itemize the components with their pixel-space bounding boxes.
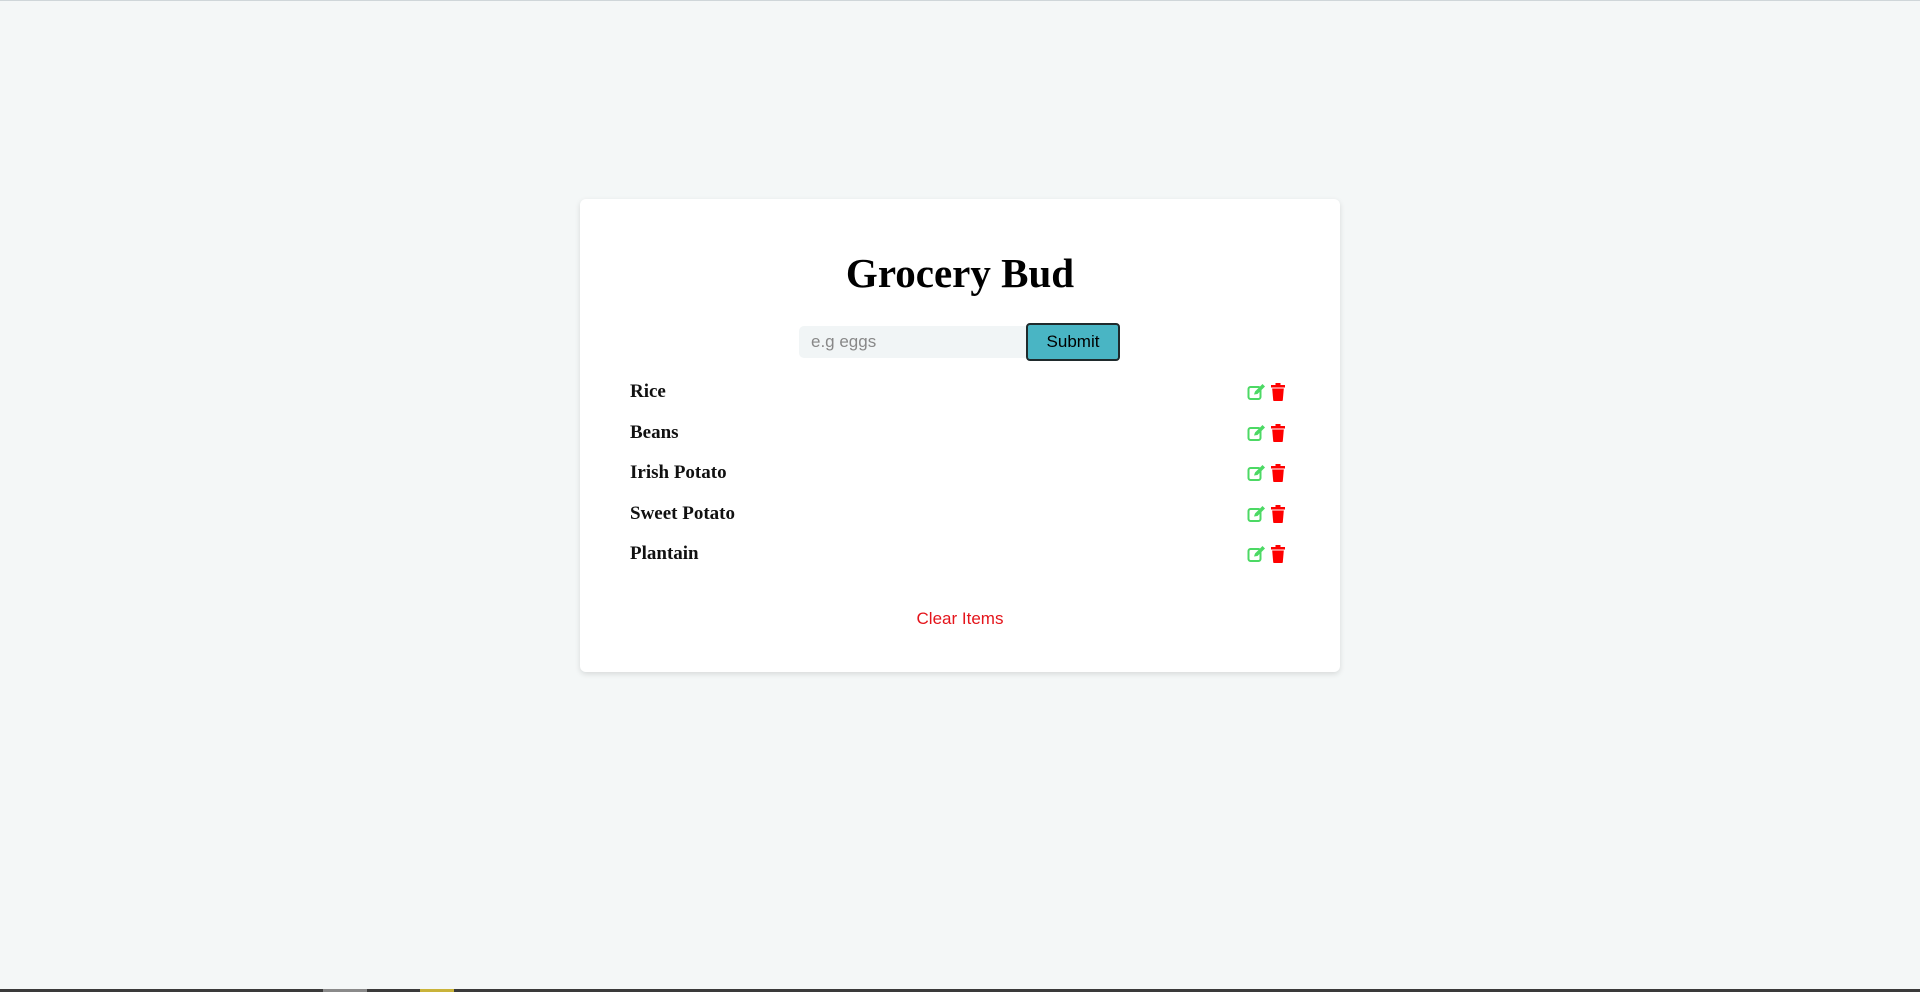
trash-icon[interactable] bbox=[1268, 503, 1288, 525]
item-actions bbox=[1246, 543, 1288, 565]
trash-icon[interactable] bbox=[1268, 462, 1288, 484]
submit-button[interactable]: Submit bbox=[1026, 323, 1120, 361]
item-name: Rice bbox=[630, 381, 666, 402]
edit-icon[interactable] bbox=[1246, 422, 1266, 444]
list-item: Rice bbox=[630, 377, 1290, 407]
clear-items-button[interactable]: Clear Items bbox=[580, 609, 1340, 629]
list-item: Irish Potato bbox=[630, 458, 1290, 488]
trash-icon[interactable] bbox=[1268, 381, 1288, 403]
edit-icon[interactable] bbox=[1246, 381, 1266, 403]
item-name: Irish Potato bbox=[630, 462, 727, 483]
edit-icon[interactable] bbox=[1246, 462, 1266, 484]
item-actions bbox=[1246, 462, 1288, 484]
grocery-form: Submit bbox=[799, 323, 1120, 361]
item-name: Plantain bbox=[630, 543, 699, 564]
list-item: Plantain bbox=[630, 539, 1290, 569]
grocery-card: Grocery Bud Submit Rice bbox=[580, 199, 1340, 672]
item-actions bbox=[1246, 422, 1288, 444]
item-name: Beans bbox=[630, 422, 679, 443]
grocery-input[interactable] bbox=[799, 326, 1026, 358]
app-title: Grocery Bud bbox=[845, 250, 1075, 296]
list-item: Beans bbox=[630, 418, 1290, 448]
item-actions bbox=[1246, 381, 1288, 403]
edit-icon[interactable] bbox=[1246, 543, 1266, 565]
list-item: Sweet Potato bbox=[630, 499, 1290, 529]
item-actions bbox=[1246, 503, 1288, 525]
item-name: Sweet Potato bbox=[630, 503, 735, 524]
trash-icon[interactable] bbox=[1268, 422, 1288, 444]
edit-icon[interactable] bbox=[1246, 503, 1266, 525]
trash-icon[interactable] bbox=[1268, 543, 1288, 565]
